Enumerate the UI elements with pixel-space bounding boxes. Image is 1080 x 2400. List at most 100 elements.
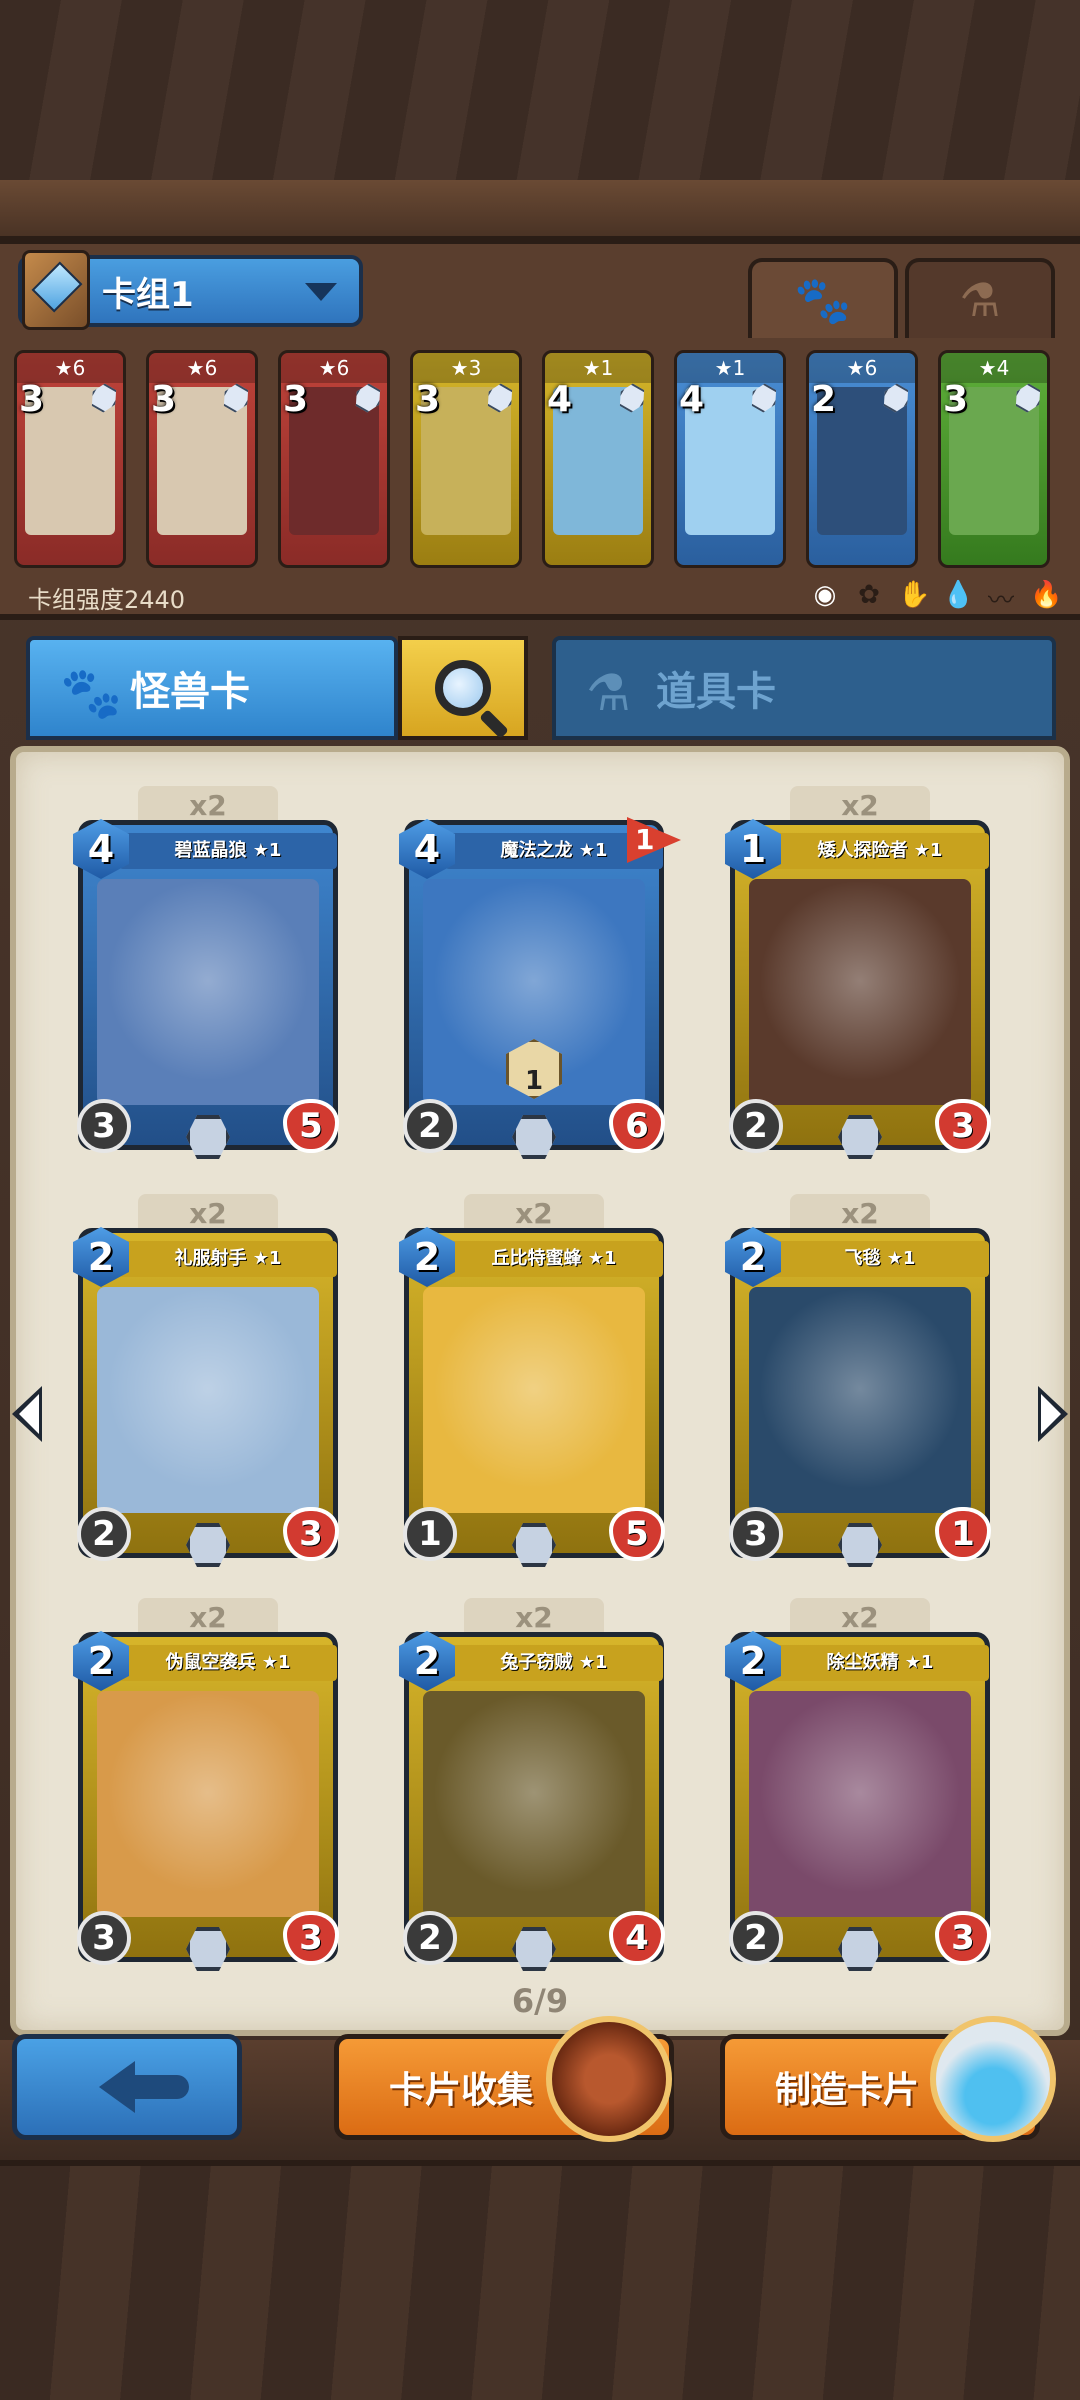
paw-jar-icon[interactable] (930, 2016, 1056, 2142)
card-cost: 4 (399, 819, 455, 879)
monster-card[interactable]: 魔法之龙 ★1 4 2 6 1 1 (399, 817, 681, 1159)
card-book-icon[interactable] (546, 2016, 672, 2142)
potion-icon: ⚗ (959, 273, 1001, 327)
craft-card-label: 制造卡片 (775, 2070, 920, 2111)
monster-card[interactable]: 兔子窃贼 ★1 2 2 4 (399, 1631, 665, 1971)
card-health: 3 (935, 1911, 991, 1965)
element-2-icon[interactable]: ✋ (898, 580, 930, 617)
card-attack: 2 (77, 1507, 131, 1561)
element-filter-bar: ◉ ✿ ✋ 💧 〰 🔥 (810, 580, 1063, 617)
card-health: 3 (935, 1099, 991, 1153)
monster-card[interactable]: 飞毯 ★1 2 3 1 (725, 1227, 991, 1567)
fire-icon[interactable]: 🔥 (1030, 580, 1062, 617)
card-cost: 2 (725, 1227, 781, 1287)
card-art (97, 1287, 319, 1513)
monster-card[interactable]: 礼服射手 ★1 2 2 3 (73, 1227, 339, 1567)
card-cost: 2 (399, 1227, 455, 1287)
card-name: 兔子窃贼 ★1 (445, 1645, 663, 1681)
deck-card[interactable]: ★6 2 (806, 350, 918, 568)
search-icon (435, 660, 491, 716)
wind-icon[interactable]: 〰 (986, 580, 1016, 617)
previous-page-arrow-icon[interactable] (12, 1386, 42, 1442)
card-attack: 2 (403, 1911, 457, 1965)
card-collection-label: 卡片收集 (389, 2070, 534, 2111)
card-health: 6 (609, 1099, 665, 1153)
deck-strength: 卡组强度2440 (28, 586, 186, 614)
deck-card[interactable]: ★1 4 (542, 350, 654, 568)
card-cost: 2 (73, 1227, 129, 1287)
card-attack: 1 (403, 1507, 457, 1561)
deck-card-cost: 3 (415, 379, 441, 420)
deck-card[interactable]: ★3 3 (410, 350, 522, 568)
card-name: 伪鼠空袭兵 ★1 (119, 1645, 337, 1681)
card-name: 矮人探险者 ★1 (771, 833, 989, 869)
card-attack: 3 (77, 1099, 131, 1153)
card-attack: 2 (403, 1099, 457, 1153)
card-art (749, 1287, 971, 1513)
chevron-down-icon (305, 283, 337, 301)
deck-card-cost: 3 (151, 379, 177, 420)
card-cost: 2 (73, 1631, 129, 1691)
deck-card-cost: 4 (679, 379, 705, 420)
card-art (423, 1287, 645, 1513)
card-health: 3 (283, 1507, 339, 1561)
page-indicator: 6/9 (511, 1982, 569, 2020)
monster-card[interactable]: 除尘妖精 ★1 2 2 3 (725, 1631, 991, 1971)
water-icon[interactable]: 💧 (942, 580, 974, 617)
monster-card[interactable]: 矮人探险者 ★1 1 2 3 (725, 819, 991, 1159)
tab-item-deck[interactable]: ⚗ (905, 258, 1055, 338)
card-art (423, 1691, 645, 1917)
potion-icon: ⚗ (586, 664, 631, 722)
deck-card-cost: 3 (283, 379, 309, 420)
card-name: 碧蓝晶狼 ★1 (119, 833, 337, 869)
card-name: 丘比特蜜蜂 ★1 (445, 1241, 663, 1277)
card-name: 礼服射手 ★1 (119, 1241, 337, 1277)
tab-monster-deck[interactable]: 🐾 (748, 258, 898, 338)
card-health: 3 (283, 1911, 339, 1965)
card-health: 4 (609, 1911, 665, 1965)
deck-card[interactable]: ★6 3 (146, 350, 258, 568)
deck-card-list: ★6 3 ★6 3 ★6 3 ★3 3 ★1 4 ★1 4 ★6 2 ★4 3 (14, 350, 1066, 570)
card-name: 除尘妖精 ★1 (771, 1645, 989, 1681)
card-health: 5 (609, 1507, 665, 1561)
deck-card[interactable]: ★4 3 (938, 350, 1050, 568)
card-name: 飞毯 ★1 (771, 1241, 989, 1277)
deck-card-cost: 4 (547, 379, 573, 420)
monster-card[interactable]: 碧蓝晶狼 ★1 4 3 5 (73, 819, 339, 1159)
deck-card-cost: 3 (19, 379, 45, 420)
paw-icon: 🐾 (60, 664, 123, 722)
card-attack: 3 (77, 1911, 131, 1965)
monster-card[interactable]: 丘比特蜜蜂 ★1 2 1 5 (399, 1227, 665, 1567)
deck-card[interactable]: ★6 3 (14, 350, 126, 568)
monster-card[interactable]: 伪鼠空袭兵 ★1 2 3 3 (73, 1631, 339, 1971)
deck-title: 卡组1 (102, 274, 194, 315)
bottom-wood-background (0, 2160, 1080, 2400)
card-attack: 2 (729, 1911, 783, 1965)
paw-icon: 🐾 (794, 272, 852, 327)
card-attack: 2 (729, 1099, 783, 1153)
back-arrow-icon (99, 2061, 189, 2113)
card-cost: 4 (73, 819, 129, 879)
deck-book-icon (22, 250, 90, 330)
card-cost: 2 (725, 1631, 781, 1691)
top-rail (0, 180, 1080, 240)
top-wood-background (0, 0, 1080, 200)
card-health: 1 (935, 1507, 991, 1561)
card-health: 5 (283, 1099, 339, 1153)
all-icon[interactable]: ◉ (810, 580, 840, 617)
back-button[interactable] (12, 2034, 242, 2140)
card-art (97, 879, 319, 1105)
deck-card-cost: 2 (811, 379, 837, 420)
card-cost: 2 (399, 1631, 455, 1691)
tab-monster-cards[interactable]: 🐾 怪兽卡 (26, 636, 398, 740)
search-button[interactable] (398, 636, 528, 740)
deck-card[interactable]: ★6 3 (278, 350, 390, 568)
next-page-arrow-icon[interactable] (1038, 1386, 1068, 1442)
deck-card[interactable]: ★1 4 (674, 350, 786, 568)
tab-item-cards[interactable]: ⚗ 道具卡 (552, 636, 1056, 740)
card-art (97, 1691, 319, 1917)
element-1-icon[interactable]: ✿ (854, 580, 884, 617)
deck-card-cost: 3 (943, 379, 969, 420)
card-art (749, 879, 971, 1105)
card-attack: 3 (729, 1507, 783, 1561)
